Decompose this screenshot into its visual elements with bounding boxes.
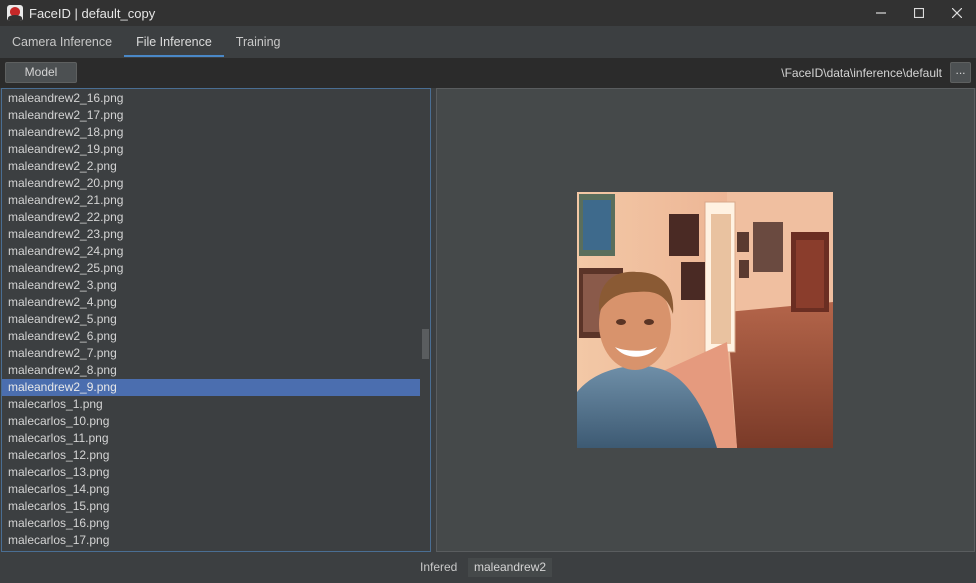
list-item[interactable]: maleandrew2_25.png <box>2 260 420 277</box>
list-item[interactable]: maleandrew2_16.png <box>2 90 420 107</box>
list-item[interactable]: maleandrew2_23.png <box>2 226 420 243</box>
list-item[interactable]: malecarlos_13.png <box>2 464 420 481</box>
list-item[interactable]: malecarlos_16.png <box>2 515 420 532</box>
list-item[interactable]: maleandrew2_6.png <box>2 328 420 345</box>
list-item[interactable]: maleandrew2_19.png <box>2 141 420 158</box>
list-item[interactable]: malecarlos_10.png <box>2 413 420 430</box>
maximize-button[interactable] <box>900 0 938 26</box>
browse-button[interactable]: ... <box>950 62 971 83</box>
tab-bar: Camera Inference File Inference Training <box>0 26 976 58</box>
toolbar: Model \FaceID\data\inference\default ... <box>0 58 976 88</box>
list-item[interactable]: maleandrew2_2.png <box>2 158 420 175</box>
list-item[interactable]: maleandrew2_20.png <box>2 175 420 192</box>
list-item[interactable]: maleandrew2_7.png <box>2 345 420 362</box>
list-item[interactable]: maleandrew2_18.png <box>2 124 420 141</box>
status-bar: Infered maleandrew2 <box>0 552 976 583</box>
list-item[interactable]: maleandrew2_8.png <box>2 362 420 379</box>
file-list-scrollbar[interactable] <box>420 89 430 551</box>
title-bar: FaceID | default_copy <box>0 0 976 26</box>
list-item[interactable]: maleandrew2_17.png <box>2 107 420 124</box>
faceid-app-icon <box>7 5 23 21</box>
scrollbar-thumb[interactable] <box>422 329 429 359</box>
list-item[interactable]: maleandrew2_9.png <box>2 379 420 396</box>
face-photo <box>577 192 833 448</box>
tab-camera-inference[interactable]: Camera Inference <box>0 26 124 58</box>
inference-path: \FaceID\data\inference\default <box>781 66 942 80</box>
minimize-button[interactable] <box>862 0 900 26</box>
list-item[interactable]: malecarlos_14.png <box>2 481 420 498</box>
list-item[interactable]: malecarlos_17.png <box>2 532 420 549</box>
window-title: FaceID | default_copy <box>29 5 156 21</box>
infered-label: Infered <box>420 560 458 574</box>
close-button[interactable] <box>938 0 976 26</box>
list-item[interactable]: malecarlos_12.png <box>2 447 420 464</box>
list-item[interactable]: maleandrew2_4.png <box>2 294 420 311</box>
tab-training[interactable]: Training <box>224 26 293 58</box>
image-preview-panel <box>436 88 975 552</box>
infered-value: maleandrew2 <box>468 558 553 577</box>
list-item[interactable]: maleandrew2_24.png <box>2 243 420 260</box>
list-item[interactable]: malecarlos_1.png <box>2 396 420 413</box>
close-icon <box>952 8 962 18</box>
file-list-items: maleandrew2_16.png maleandrew2_17.png male… <box>2 90 420 549</box>
list-item[interactable]: malecarlos_11.png <box>2 430 420 447</box>
list-item[interactable]: maleandrew2_21.png <box>2 192 420 209</box>
minimize-icon <box>876 12 886 14</box>
model-button[interactable]: Model <box>5 62 77 83</box>
maximize-icon <box>914 8 924 18</box>
list-item[interactable]: maleandrew2_22.png <box>2 209 420 226</box>
list-item[interactable]: malecarlos_15.png <box>2 498 420 515</box>
tab-file-inference[interactable]: File Inference <box>124 26 224 58</box>
window-controls <box>862 0 976 26</box>
file-list[interactable]: maleandrew2_16.png maleandrew2_17.png male… <box>1 88 431 552</box>
list-item[interactable]: maleandrew2_3.png <box>2 277 420 294</box>
list-item[interactable]: maleandrew2_5.png <box>2 311 420 328</box>
